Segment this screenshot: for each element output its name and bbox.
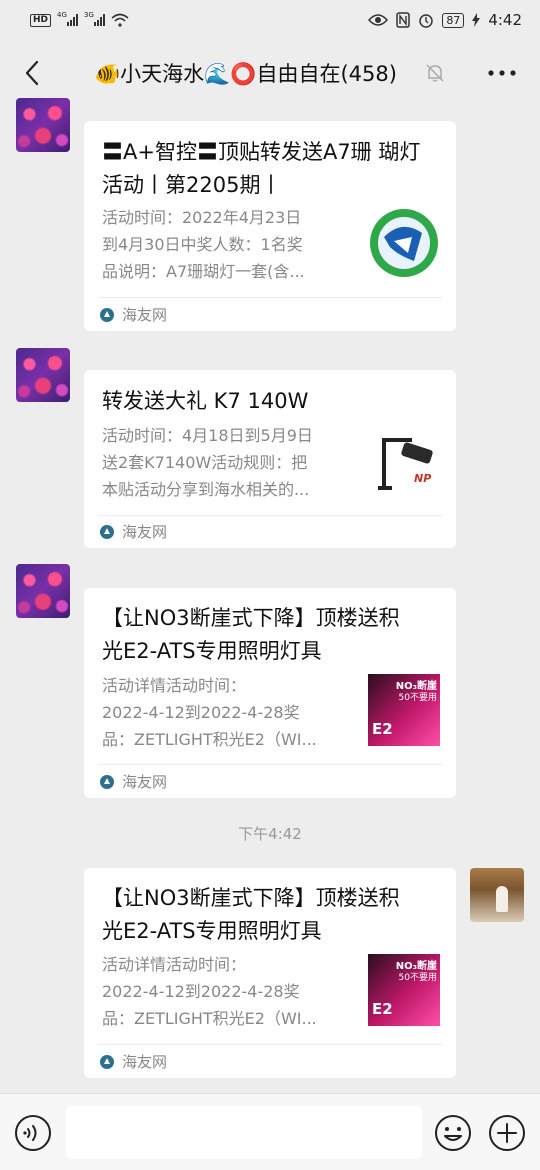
link-card[interactable]: 〓A+智控〓顶贴转发送A7珊 瑚灯 活动丨第2205期丨 活动时间：2022年4…: [84, 121, 456, 331]
card-title: 【让NO3断崖式下降】顶楼送积 光E2-ATS专用照明灯具: [102, 886, 400, 943]
source-app-icon: [100, 774, 114, 789]
link-card[interactable]: 【让NO3断崖式下降】顶楼送积 光E2-ATS专用照明灯具 活动详情活动时间： …: [84, 588, 456, 798]
link-card[interactable]: 转发送大礼 K7 140W 活动时间：4月18日到5月9日 送2套K7140W活…: [84, 370, 456, 548]
sender-avatar[interactable]: [16, 98, 70, 152]
link-card[interactable]: 【让NO3断崖式下降】顶楼送积 光E2-ATS专用照明灯具 活动详情活动时间： …: [84, 868, 456, 1078]
card-description: 活动时间：4月18日到5月9日 送2套K7140W活动规则：把 本贴活动分享到海…: [102, 426, 313, 499]
hd-badge: HD: [30, 13, 52, 27]
card-thumbnail-product: NO₃断崖 50不要用 E2: [368, 674, 440, 746]
eye-icon: [368, 14, 389, 26]
card-divider: [98, 515, 442, 516]
card-description: 活动详情活动时间： 2022-4-12到2022-4-28奖 品：ZETLIGH…: [102, 955, 317, 1028]
battery-icon: 87: [442, 12, 465, 28]
source-app-icon: [100, 524, 114, 539]
source-app-icon: [100, 307, 114, 322]
card-description: 活动时间：2022年4月23日 到4月30日中奖人数：1名奖 品说明：A7珊瑚灯…: [102, 208, 305, 281]
card-divider: [98, 297, 442, 298]
card-source: 海友网: [100, 304, 167, 325]
clock: 4:42: [488, 11, 522, 29]
card-source: 海友网: [100, 771, 167, 792]
more-icon[interactable]: [486, 62, 518, 84]
card-title: 【让NO3断崖式下降】顶楼送积 光E2-ATS专用照明灯具: [102, 606, 400, 663]
message-input[interactable]: [66, 1106, 422, 1159]
alarm-icon: [419, 14, 434, 28]
card-thumbnail-lamp: NP: [372, 426, 444, 498]
voice-icon[interactable]: [14, 1114, 52, 1152]
signal-icon-2: 3G: [84, 11, 106, 26]
card-source: 海友网: [100, 521, 167, 542]
card-title: 〓A+智控〓顶贴转发送A7珊 瑚灯 活动丨第2205期丨: [102, 140, 421, 197]
emoji-icon[interactable]: [434, 1114, 472, 1152]
chat-header: 🐠小天海水🌊⭕自由自在(458): [0, 40, 540, 108]
status-right: 87 4:42: [368, 11, 522, 29]
chat-title: 🐠小天海水🌊⭕自由自在(458): [94, 62, 397, 86]
wifi-icon: [111, 13, 129, 27]
card-thumbnail-logo: [370, 209, 438, 277]
self-avatar[interactable]: [470, 868, 524, 922]
card-divider: [98, 1044, 442, 1045]
card-title: 转发送大礼 K7 140W: [102, 389, 309, 413]
card-divider: [98, 764, 442, 765]
sender-avatar[interactable]: [16, 564, 70, 618]
status-bar: HD 4G 3G 87 4:42: [0, 0, 540, 40]
chat-timestamp: 下午4:42: [238, 825, 302, 843]
card-description: 活动详情活动时间： 2022-4-12到2022-4-28奖 品：ZETLIGH…: [102, 676, 317, 749]
input-bar: [0, 1093, 540, 1170]
nfc-icon: [396, 12, 411, 28]
plus-icon[interactable]: [488, 1114, 526, 1152]
signal-icon-1: 4G: [57, 11, 79, 26]
source-app-icon: [100, 1054, 114, 1069]
status-left: HD 4G 3G: [30, 11, 129, 27]
card-thumbnail-product: NO₃断崖 50不要用 E2: [368, 954, 440, 1026]
charging-icon: [472, 13, 481, 27]
back-icon[interactable]: [18, 58, 48, 88]
card-source: 海友网: [100, 1051, 167, 1072]
mute-bell-icon: [426, 64, 444, 82]
sender-avatar[interactable]: [16, 348, 70, 402]
